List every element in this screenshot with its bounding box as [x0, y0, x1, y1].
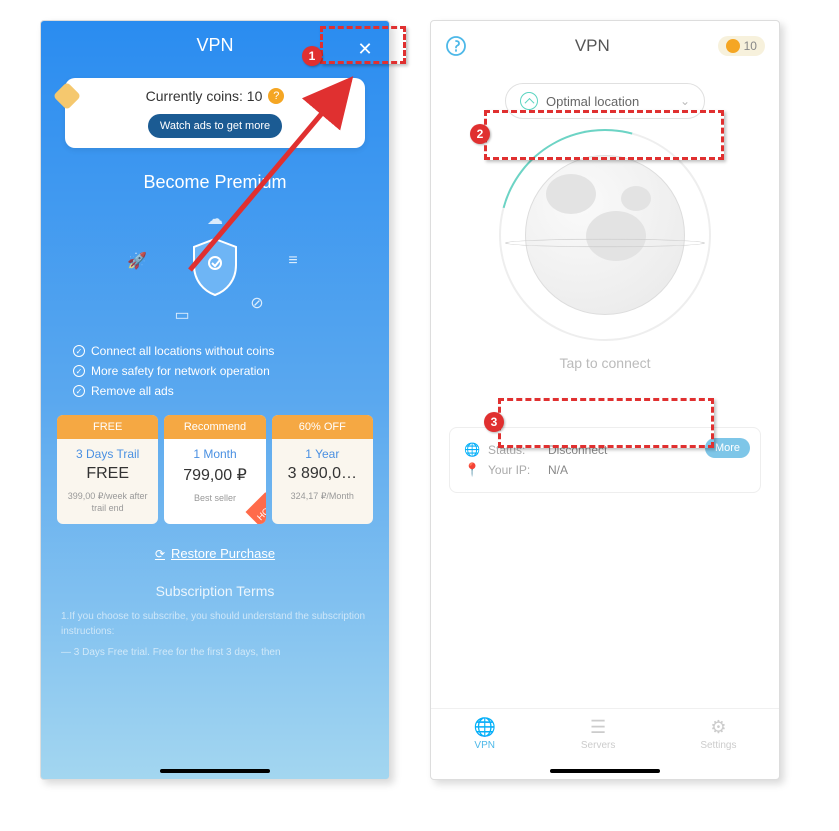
plan-period: 1 Month — [164, 447, 265, 461]
feature-item: ✓ Connect all locations without coins — [73, 341, 357, 361]
location-selector[interactable]: Optimal location ⌄ — [505, 83, 705, 119]
plan-period: 1 Year — [272, 447, 373, 461]
chevron-down-icon: ⌄ — [680, 94, 690, 108]
more-button[interactable]: More — [705, 438, 750, 458]
plan-price: 3 890,0… — [272, 465, 373, 483]
block-icon: ⊘ — [245, 291, 269, 315]
plan-badge: FREE — [57, 415, 158, 439]
coins-chip[interactable]: 10 — [718, 36, 765, 56]
plan-year[interactable]: 60% OFF 1 Year 3 890,0… 324,17 ₽/Month — [272, 415, 373, 524]
plans-row: FREE 3 Days Trail FREE 399,00 ₽/week aft… — [57, 415, 373, 524]
globe-icon: 🌐 — [464, 442, 478, 458]
header: VPN 10 — [431, 21, 779, 65]
callout-number-2: 2 — [470, 124, 490, 144]
feature-item: ✓ Remove all ads — [73, 381, 357, 401]
coins-value: 10 — [744, 39, 757, 53]
plan-sub: 324,17 ₽/Month — [272, 491, 373, 503]
ip-label: Your IP: — [488, 463, 538, 477]
status-label: Status: — [488, 443, 538, 457]
plan-sub: Best seller — [164, 493, 265, 505]
terms-heading: Subscription Terms — [41, 583, 389, 599]
feature-text: Remove all ads — [91, 384, 174, 398]
location-label: Optimal location — [546, 94, 639, 109]
premium-heading: Become Premium — [41, 172, 389, 193]
check-icon: ✓ — [73, 345, 85, 357]
restore-purchase-link[interactable]: ⟳ Restore Purchase — [41, 546, 389, 561]
plan-price: 799,00 ₽ — [164, 465, 265, 485]
features-list: ✓ Connect all locations without coins ✓ Mo… — [73, 341, 357, 401]
pin-icon: 📍 — [464, 462, 478, 478]
callout-number-3: 3 — [484, 412, 504, 432]
tab-servers[interactable]: ☰ Servers — [581, 717, 615, 751]
plan-badge: Recommend — [164, 415, 265, 439]
home-indicator[interactable] — [160, 769, 270, 773]
plan-period: 3 Days Trail — [57, 447, 158, 461]
check-icon: ✓ — [73, 385, 85, 397]
status-row: 🌐 Status: Disconnect — [464, 440, 746, 460]
premium-graphic: ☁ 🚀 ≡ ▭ ⊘ — [125, 207, 305, 327]
tab-label: Servers — [581, 740, 615, 751]
settings-icon: ⚙ — [710, 717, 726, 738]
plan-sub: 399,00 ₽/week after trail end — [57, 491, 158, 514]
phone-icon: ▭ — [170, 303, 194, 327]
help-icon[interactable] — [445, 35, 467, 57]
coins-count: Currently coins: 10 — [146, 88, 263, 104]
terms-text: — 3 Days Free trial. Free for the first … — [61, 647, 369, 658]
status-card: More 🌐 Status: Disconnect 📍 Your IP: N/A — [449, 427, 761, 493]
vpn-icon: 🌐 — [473, 717, 495, 738]
screen-title: VPN ✕ — [41, 21, 389, 62]
terms-text: 1.If you choose to subscribe, you should… — [61, 609, 369, 639]
globe-icon — [525, 155, 685, 315]
home-indicator[interactable] — [550, 769, 660, 773]
status-value: Disconnect — [548, 443, 607, 457]
coins-card: Currently coins: 10 ? Watch ads to get m… — [65, 78, 365, 148]
callout-number-1: 1 — [302, 46, 322, 66]
ip-value: N/A — [548, 463, 568, 477]
stack-icon: ≡ — [281, 249, 305, 273]
tab-bar: 🌐 VPN ☰ Servers ⚙ Settings — [431, 708, 779, 759]
close-button[interactable]: ✕ — [353, 37, 377, 61]
feature-item: ✓ More safety for network operation — [73, 361, 357, 381]
connect-button[interactable]: Tap to connect — [431, 355, 779, 371]
watch-ads-button[interactable]: Watch ads to get more — [148, 114, 282, 138]
servers-icon: ☰ — [590, 717, 606, 738]
feature-text: Connect all locations without coins — [91, 344, 274, 358]
cloud-icon: ☁ — [203, 207, 227, 231]
location-icon — [520, 92, 538, 110]
globe-graphic — [515, 145, 695, 325]
screen-title: VPN — [575, 36, 610, 56]
tab-label: VPN — [474, 740, 495, 751]
tab-label: Settings — [700, 740, 736, 751]
feature-text: More safety for network operation — [91, 364, 270, 378]
refresh-icon: ⟳ — [155, 547, 165, 561]
plan-recommend[interactable]: Recommend 1 Month 799,00 ₽ Best seller H… — [164, 415, 265, 524]
plan-badge: 60% OFF — [272, 415, 373, 439]
rocket-icon: 🚀 — [125, 249, 149, 273]
ip-row: 📍 Your IP: N/A — [464, 460, 746, 480]
plan-price: FREE — [57, 465, 158, 483]
restore-text: Restore Purchase — [171, 546, 275, 561]
shield-icon — [190, 237, 240, 297]
premium-screen: VPN ✕ Currently coins: 10 ? Watch ads to… — [40, 20, 390, 780]
coins-label: Currently coins: 10 ? — [146, 88, 285, 104]
title-text: VPN — [196, 35, 233, 55]
help-icon[interactable]: ? — [268, 88, 284, 104]
tab-vpn[interactable]: 🌐 VPN — [473, 717, 495, 751]
plan-free[interactable]: FREE 3 Days Trail FREE 399,00 ₽/week aft… — [57, 415, 158, 524]
check-icon: ✓ — [73, 365, 85, 377]
coin-icon — [726, 39, 740, 53]
tab-settings[interactable]: ⚙ Settings — [700, 717, 736, 751]
